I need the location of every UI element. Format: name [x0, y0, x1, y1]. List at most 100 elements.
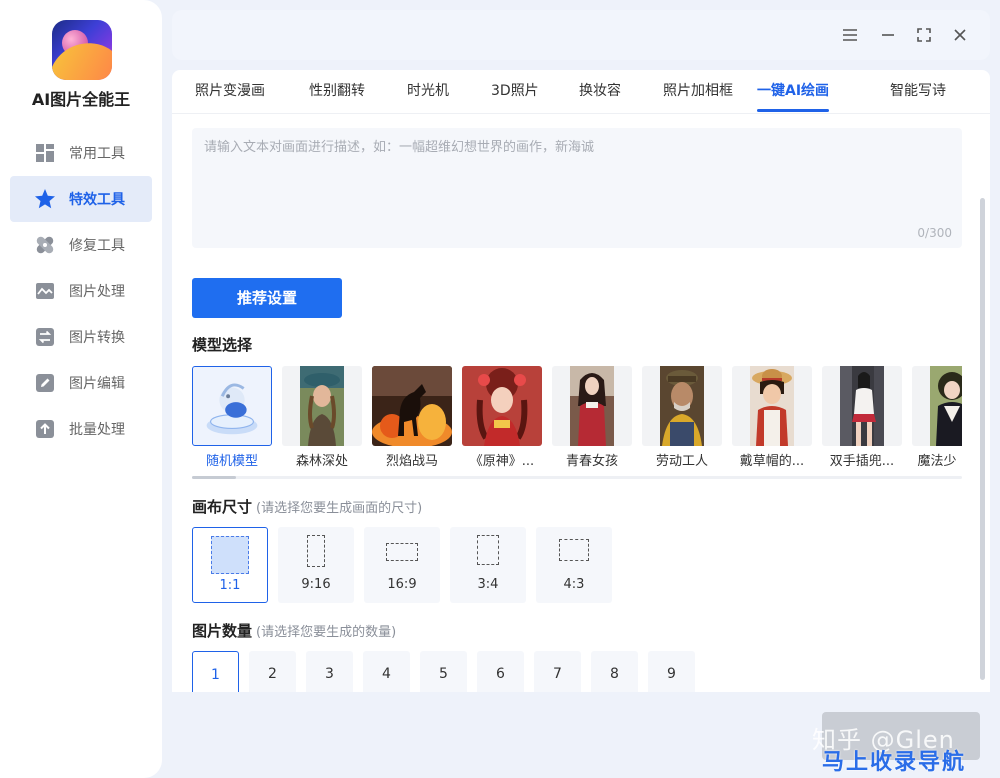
- model-label: 魔法少: [917, 454, 957, 466]
- sidebar-item-label: 图片转换: [69, 330, 125, 346]
- sidebar-item-label: 修复工具: [69, 238, 125, 254]
- tab-gender-swap[interactable]: 性别翻转: [309, 70, 365, 114]
- count-option-9[interactable]: 9: [648, 651, 695, 692]
- upload-icon: [34, 418, 56, 440]
- model-label: 烈焰战马: [385, 454, 438, 469]
- sidebar-item-label: 批量处理: [69, 422, 125, 438]
- close-icon[interactable]: [949, 24, 971, 46]
- model-straw-hat[interactable]: 戴草帽的...: [732, 366, 812, 469]
- star-icon: [34, 188, 56, 210]
- minimize-icon[interactable]: [877, 24, 899, 46]
- sidebar-item-effects-tools[interactable]: 特效工具: [10, 176, 152, 222]
- canvas-size-label: 9:16: [301, 577, 331, 592]
- model-worker[interactable]: 劳动工人: [642, 366, 722, 469]
- model-thumbnail: [192, 366, 272, 446]
- tab-photo-frame[interactable]: 照片加相框: [663, 70, 733, 114]
- char-counter: 0/300: [917, 226, 952, 240]
- sidebar-item-label: 特效工具: [69, 192, 125, 208]
- tab-makeup[interactable]: 换妆容: [579, 70, 621, 114]
- model-youth-girl[interactable]: 青春女孩: [552, 366, 632, 469]
- app-logo: [52, 20, 112, 80]
- model-thumbnail: [372, 366, 452, 446]
- model-label: 双手插兜...: [829, 454, 895, 469]
- model-thumbnail: [912, 366, 962, 446]
- model-label: 戴草帽的...: [739, 454, 805, 469]
- count-option-2[interactable]: 2: [249, 651, 296, 692]
- canvas-size-label: 4:3: [563, 577, 585, 592]
- count-option-1[interactable]: 1: [192, 651, 239, 692]
- sidebar-item-common-tools[interactable]: 常用工具: [10, 130, 152, 176]
- image-wave-icon: [34, 280, 56, 302]
- main-panel: 照片变漫画 性别翻转 时光机 3D照片 换妆容 照片加相框 一键AI绘画 智能写…: [172, 70, 990, 692]
- bandage-icon: [34, 234, 56, 256]
- prompt-box: 0/300: [192, 128, 962, 248]
- convert-icon: [34, 326, 56, 348]
- model-deep-forest[interactable]: 森林深处: [282, 366, 362, 469]
- maximize-icon[interactable]: [913, 24, 935, 46]
- model-label: 随机模型: [205, 454, 258, 469]
- model-label: 《原神》...: [469, 454, 535, 469]
- recommend-settings-button[interactable]: 推荐设置: [192, 278, 342, 318]
- menu-icon[interactable]: [839, 24, 861, 46]
- sidebar-item-image-edit[interactable]: 图片编辑: [10, 360, 152, 406]
- model-label: 劳动工人: [655, 454, 708, 469]
- tab-ai-painting[interactable]: 一键AI绘画: [737, 70, 849, 114]
- prompt-input[interactable]: [192, 128, 962, 248]
- count-option-3[interactable]: 3: [306, 651, 353, 692]
- count-option-5[interactable]: 5: [420, 651, 467, 692]
- model-flame-horse[interactable]: 烈焰战马: [372, 366, 452, 469]
- count-option-7[interactable]: 7: [534, 651, 581, 692]
- canvas-size-1-1[interactable]: 1:1: [192, 527, 268, 603]
- sidebar-item-repair-tools[interactable]: 修复工具: [10, 222, 152, 268]
- canvas-size-4-3[interactable]: 4:3: [536, 527, 612, 603]
- canvas-size-16-9[interactable]: 16:9: [364, 527, 440, 603]
- model-section-title: 模型选择: [192, 336, 253, 354]
- model-label: 森林深处: [295, 454, 348, 469]
- model-magic-girl[interactable]: 魔法少: [912, 366, 962, 466]
- canvas-size-9-16[interactable]: 9:16: [278, 527, 354, 603]
- ratio-shape: [477, 535, 499, 565]
- title-bar: [172, 10, 990, 60]
- app-name: AI图片全能王: [31, 90, 131, 109]
- model-hands-in-pockets[interactable]: 双手插兜...: [822, 366, 902, 469]
- grid-icon: [34, 142, 56, 164]
- canvas-size-label: 1:1: [219, 578, 241, 593]
- model-thumbnail: [282, 366, 362, 446]
- canvas-size-label: 3:4: [477, 577, 499, 592]
- model-random[interactable]: 随机模型: [192, 366, 272, 469]
- canvas-section-hint: (请选择您要生成画面的尺寸): [256, 501, 423, 516]
- sidebar-item-image-processing[interactable]: 图片处理: [10, 268, 152, 314]
- model-thumbnail: [732, 366, 812, 446]
- count-option-4[interactable]: 4: [363, 651, 410, 692]
- watermark-site: 马上收录导航: [822, 750, 967, 775]
- sidebar-item-image-convert[interactable]: 图片转换: [10, 314, 152, 360]
- sidebar-item-label: 图片编辑: [69, 376, 125, 392]
- sidebar-item-batch-processing[interactable]: 批量处理: [10, 406, 152, 452]
- model-label: 青春女孩: [565, 454, 618, 469]
- model-thumbnail: [822, 366, 902, 446]
- ratio-shape: [559, 539, 589, 561]
- model-thumbnail: [642, 366, 722, 446]
- model-thumbnail: [462, 366, 542, 446]
- count-option-6[interactable]: 6: [477, 651, 524, 692]
- tab-photo-to-comic[interactable]: 照片变漫画: [195, 70, 265, 114]
- count-option-8[interactable]: 8: [591, 651, 638, 692]
- main-scrollbar[interactable]: [980, 198, 985, 680]
- tab-smart-poetry[interactable]: 智能写诗: [890, 70, 946, 114]
- tab-bar: 照片变漫画 性别翻转 时光机 3D照片 换妆容 照片加相框 一键AI绘画 智能写…: [172, 70, 990, 114]
- sidebar-item-label: 常用工具: [69, 146, 125, 162]
- ratio-shape: [211, 536, 249, 574]
- ratio-shape: [386, 543, 418, 561]
- model-scrollbar[interactable]: [192, 476, 962, 479]
- model-thumbnail: [552, 366, 632, 446]
- canvas-section-title: 画布尺寸 (请选择您要生成画面的尺寸): [192, 498, 423, 516]
- edit-icon: [34, 372, 56, 394]
- count-section-hint: (请选择您要生成的数量): [256, 625, 397, 640]
- tab-time-machine[interactable]: 时光机: [407, 70, 449, 114]
- canvas-size-3-4[interactable]: 3:4: [450, 527, 526, 603]
- tab-3d-photo[interactable]: 3D照片: [491, 70, 539, 114]
- model-genshin[interactable]: 《原神》...: [462, 366, 542, 469]
- sidebar: AI图片全能王 常用工具 特效工具 修复工具 图片处理 图片转换 图片编辑 批量…: [0, 0, 162, 778]
- model-scrollbar-thumb[interactable]: [192, 476, 236, 479]
- count-section-title: 图片数量 (请选择您要生成的数量): [192, 622, 397, 640]
